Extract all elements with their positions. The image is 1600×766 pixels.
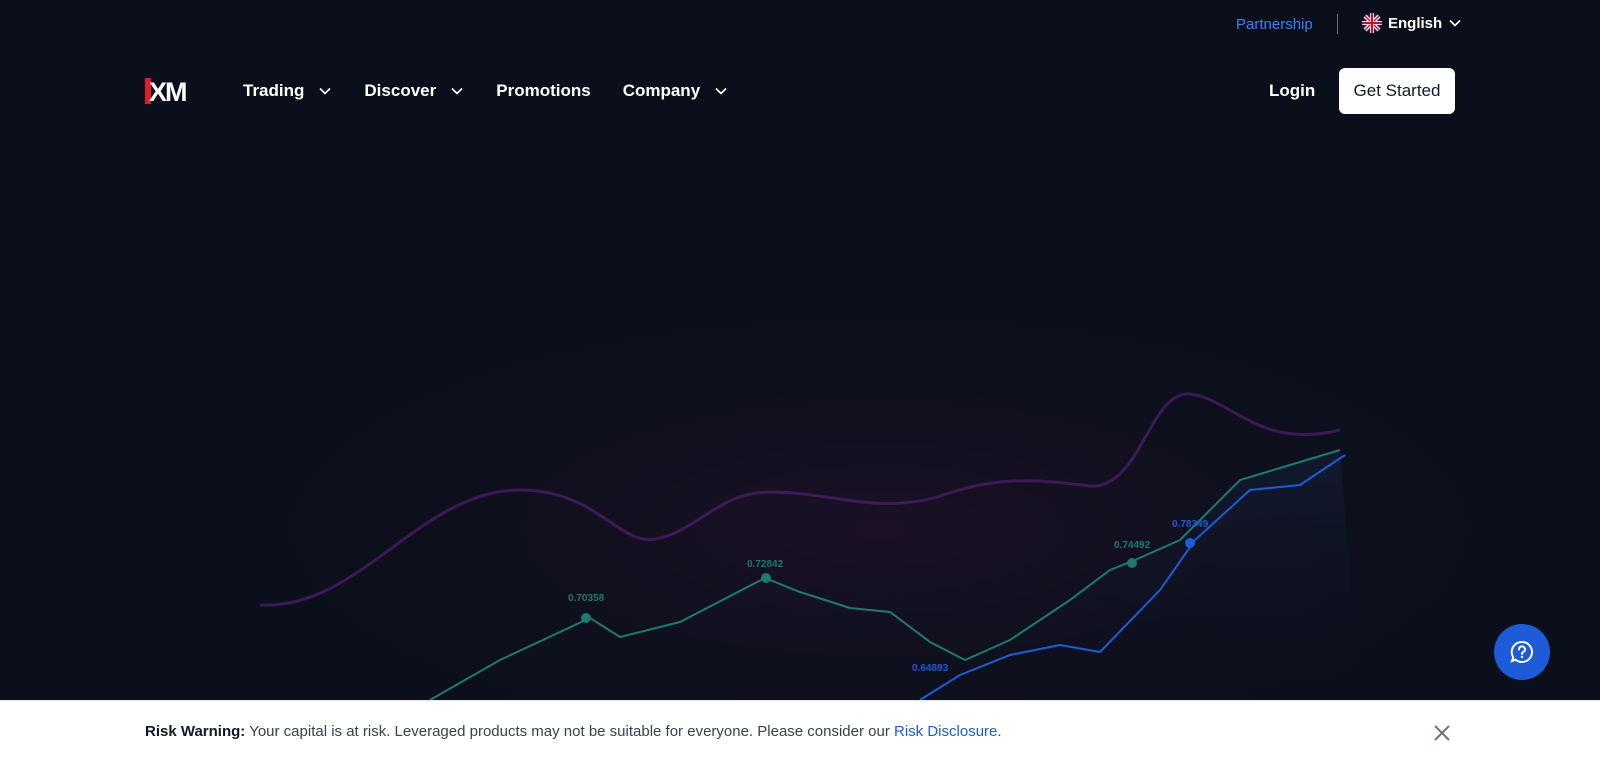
point-2 <box>1127 558 1137 568</box>
risk-warning-bar: Risk Warning: Your capital is at risk. L… <box>0 700 1600 766</box>
partnership-link[interactable]: Partnership <box>1236 16 1313 33</box>
xm-logo[interactable]: XM <box>145 77 203 107</box>
primary-nav: Trading Discover Promotions Company <box>243 68 760 114</box>
nav-promotions[interactable]: Promotions <box>496 81 590 101</box>
nav-trading-label: Trading <box>243 81 305 100</box>
nav-trading[interactable]: Trading <box>243 81 332 101</box>
topbar-divider <box>1337 14 1338 34</box>
risk-disclosure-link[interactable]: Risk Disclosure <box>894 723 997 740</box>
chevron-down-icon <box>451 87 463 95</box>
chart-label-3: 0.78349 <box>1172 519 1209 530</box>
chart-label-1: 0.72842 <box>747 559 784 570</box>
point-0 <box>581 613 591 623</box>
logo-text: XM <box>149 78 186 104</box>
nav-discover[interactable]: Discover <box>364 81 464 101</box>
close-icon[interactable] <box>1433 724 1451 742</box>
chart-label-0: 0.70358 <box>568 593 605 604</box>
chevron-down-icon <box>715 87 727 95</box>
hero-background-chart: 0.70358 0.72842 0.74492 0.78349 0.64893 <box>0 130 1600 700</box>
risk-warning-text: Risk Warning: Your capital is at risk. L… <box>145 723 1002 740</box>
get-started-button[interactable]: Get Started <box>1339 68 1455 114</box>
risk-warning-title: Risk Warning: <box>145 723 246 740</box>
support-chat-button[interactable] <box>1494 624 1550 680</box>
nav-promotions-label: Promotions <box>496 81 591 100</box>
nav-company-label: Company <box>622 81 701 100</box>
top-utility-bar: Partnership English <box>0 0 1600 48</box>
login-button[interactable]: Login <box>1269 81 1315 101</box>
nav-company[interactable]: Company <box>623 81 728 101</box>
nav-discover-label: Discover <box>364 81 437 100</box>
chart-label-4: 0.64893 <box>912 663 949 674</box>
main-navbar: XM Trading Discover Promotions Company L… <box>0 68 1600 114</box>
point-1 <box>761 573 771 583</box>
language-selector[interactable]: English <box>1362 13 1462 33</box>
language-label: English <box>1388 14 1443 32</box>
chevron-down-icon <box>319 87 331 95</box>
point-3 <box>1185 538 1195 548</box>
chart-label-2: 0.74492 <box>1114 540 1151 551</box>
risk-warning-suffix: . <box>997 723 1002 740</box>
chat-help-icon <box>1510 640 1533 663</box>
chevron-down-icon <box>1449 19 1461 27</box>
risk-warning-body: Your capital is at risk. Leveraged produ… <box>249 723 890 740</box>
uk-flag-icon <box>1362 13 1382 33</box>
